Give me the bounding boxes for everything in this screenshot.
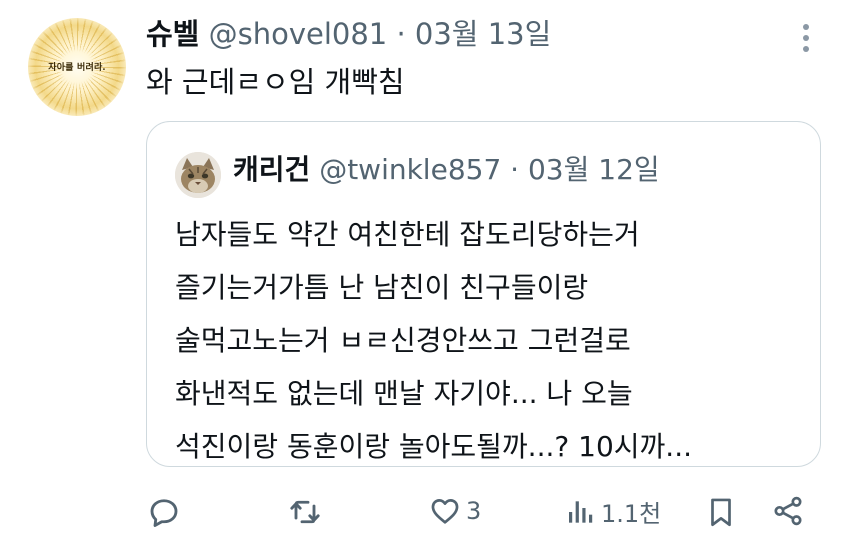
avatar-text: 자아를 버려라. (48, 63, 106, 73)
like-count: 3 (466, 497, 482, 525)
post-text: 와 근데ㄹㅇ임 개빡침 (146, 65, 405, 99)
quoted-post-header: 캐리건 @twinkle857 · 03월 12일 (233, 150, 660, 190)
bookmark-icon (711, 498, 731, 527)
bookmark-button[interactable] (704, 494, 738, 530)
quoted-separator-dot: · (510, 153, 520, 186)
share-icon (774, 496, 802, 526)
views-count: 1.1천 (601, 500, 662, 528)
quoted-post-date[interactable]: 03월 12일 (528, 153, 660, 186)
action-bar: 3 1.1천 (0, 488, 850, 536)
quoted-post-card[interactable]: 캐리건 @twinkle857 · 03월 12일 남자들도 약간 여친한테 잡… (146, 121, 821, 467)
quoted-text-line: 화낸적도 없는데 맨날 자기야... 나 오늘 (175, 377, 633, 410)
avatar[interactable]: 자아를 버려라. (28, 18, 126, 116)
retweet-button[interactable] (286, 494, 324, 530)
heart-icon (431, 499, 459, 524)
like-button[interactable]: 3 (428, 494, 481, 528)
quoted-avatar[interactable] (175, 152, 221, 198)
views-icon (569, 500, 593, 523)
separator-dot: · (396, 17, 406, 51)
post-date[interactable]: 03월 13일 (415, 17, 551, 51)
cat-icon (175, 152, 221, 198)
retweet-icon (290, 500, 320, 524)
quoted-post-text: 남자들도 약간 여친한테 잡도리당하는거 즐기는거가틈 난 남친이 친구들이랑 … (175, 208, 692, 473)
display-name[interactable]: 슈벨 (146, 17, 199, 51)
share-button[interactable] (771, 494, 805, 528)
quoted-user-handle[interactable]: @twinkle857 (319, 153, 501, 186)
reply-icon (150, 499, 178, 527)
post-header: 슈벨 @shovel081 · 03월 13일 (146, 14, 551, 54)
more-options-icon[interactable] (802, 24, 810, 52)
quoted-display-name[interactable]: 캐리건 (233, 153, 310, 186)
reply-button[interactable] (146, 494, 182, 530)
views-button[interactable]: 1.1천 (565, 494, 661, 529)
quoted-text-line: 술먹고노는거 ㅂㄹ신경안쓰고 그런걸로 (175, 324, 631, 357)
quoted-text-line: 남자들도 약간 여친한테 잡도리당하는거 (175, 218, 640, 251)
user-handle[interactable]: @shovel081 (209, 17, 388, 51)
quoted-text-line: 즐기는거가틈 난 남친이 친구들이랑 (175, 271, 589, 304)
quoted-text-line: 석진이랑 동훈이랑 놀아도될까...? 10시까... (175, 430, 692, 463)
